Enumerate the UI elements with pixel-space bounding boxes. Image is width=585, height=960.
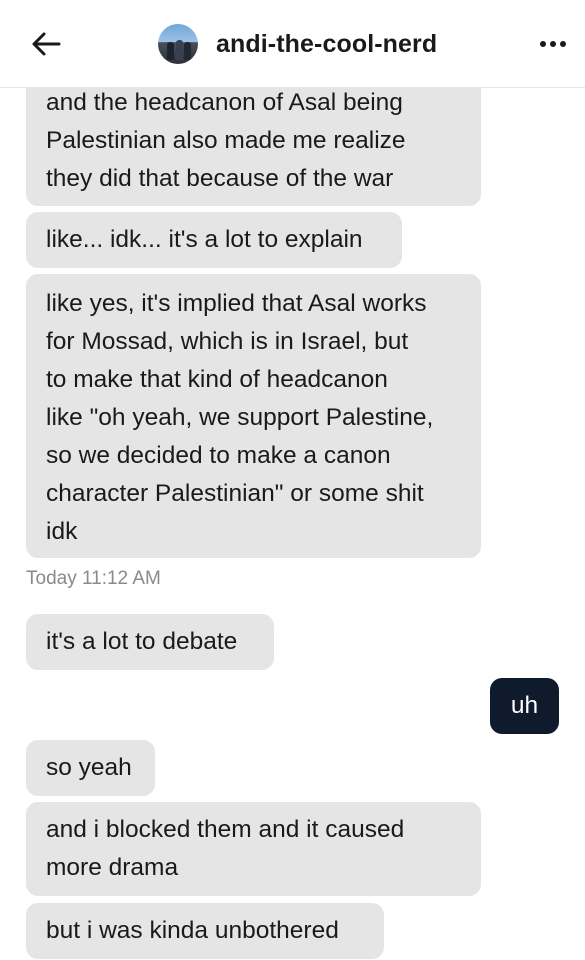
- message-text: like "oh yeah, we support Palestine,: [46, 404, 434, 431]
- message-text: but i was kinda unbothered: [46, 917, 339, 944]
- message-bubble-incoming[interactable]: but i was kinda unbothered: [26, 903, 384, 959]
- more-horizontal-icon: [540, 41, 546, 47]
- message-text: and the headcanon of Asal being: [46, 89, 403, 116]
- message-bubble-incoming[interactable]: and i blocked them and it caused more dr…: [26, 802, 481, 896]
- conversation-title[interactable]: andi-the-cool-nerd: [216, 28, 437, 60]
- message-bubble-incoming[interactable]: like... idk... it's a lot to explain: [26, 212, 402, 268]
- message-text: and i blocked them and it caused: [46, 816, 405, 843]
- arrow-left-icon: [32, 32, 61, 56]
- message-text: Palestinian also made me realize: [46, 127, 406, 154]
- message-bubble-incoming[interactable]: like yes, it's implied that Asal works f…: [26, 274, 481, 558]
- message-text: for Mossad, which is in Israel, but: [46, 328, 409, 355]
- avatar[interactable]: [158, 24, 198, 64]
- conversation-header: andi-the-cool-nerd: [0, 0, 585, 88]
- message-text: they did that because of the war: [46, 165, 394, 192]
- message-text: like yes, it's implied that Asal works: [46, 290, 427, 317]
- message-bubble-incoming[interactable]: so yeah: [26, 740, 155, 796]
- message-bubble-incoming[interactable]: it's a lot to debate: [26, 614, 274, 670]
- message-text: to make that kind of headcanon: [46, 366, 388, 393]
- message-text: so we decided to make a canon: [46, 442, 391, 469]
- message-text: so yeah: [46, 754, 132, 781]
- message-bubble-outgoing[interactable]: uh: [490, 678, 559, 734]
- back-button[interactable]: [26, 26, 66, 62]
- more-options-button[interactable]: [536, 32, 570, 56]
- message-text: like... idk... it's a lot to explain: [46, 226, 363, 253]
- message-text: uh: [510, 692, 539, 719]
- message-timestamp: Today 11:12 AM: [26, 568, 161, 589]
- message-text: more drama: [46, 854, 179, 881]
- message-text: idk: [46, 518, 78, 545]
- message-text: character Palestinian" or some shit: [46, 480, 424, 507]
- message-text: it's a lot to debate: [46, 628, 238, 655]
